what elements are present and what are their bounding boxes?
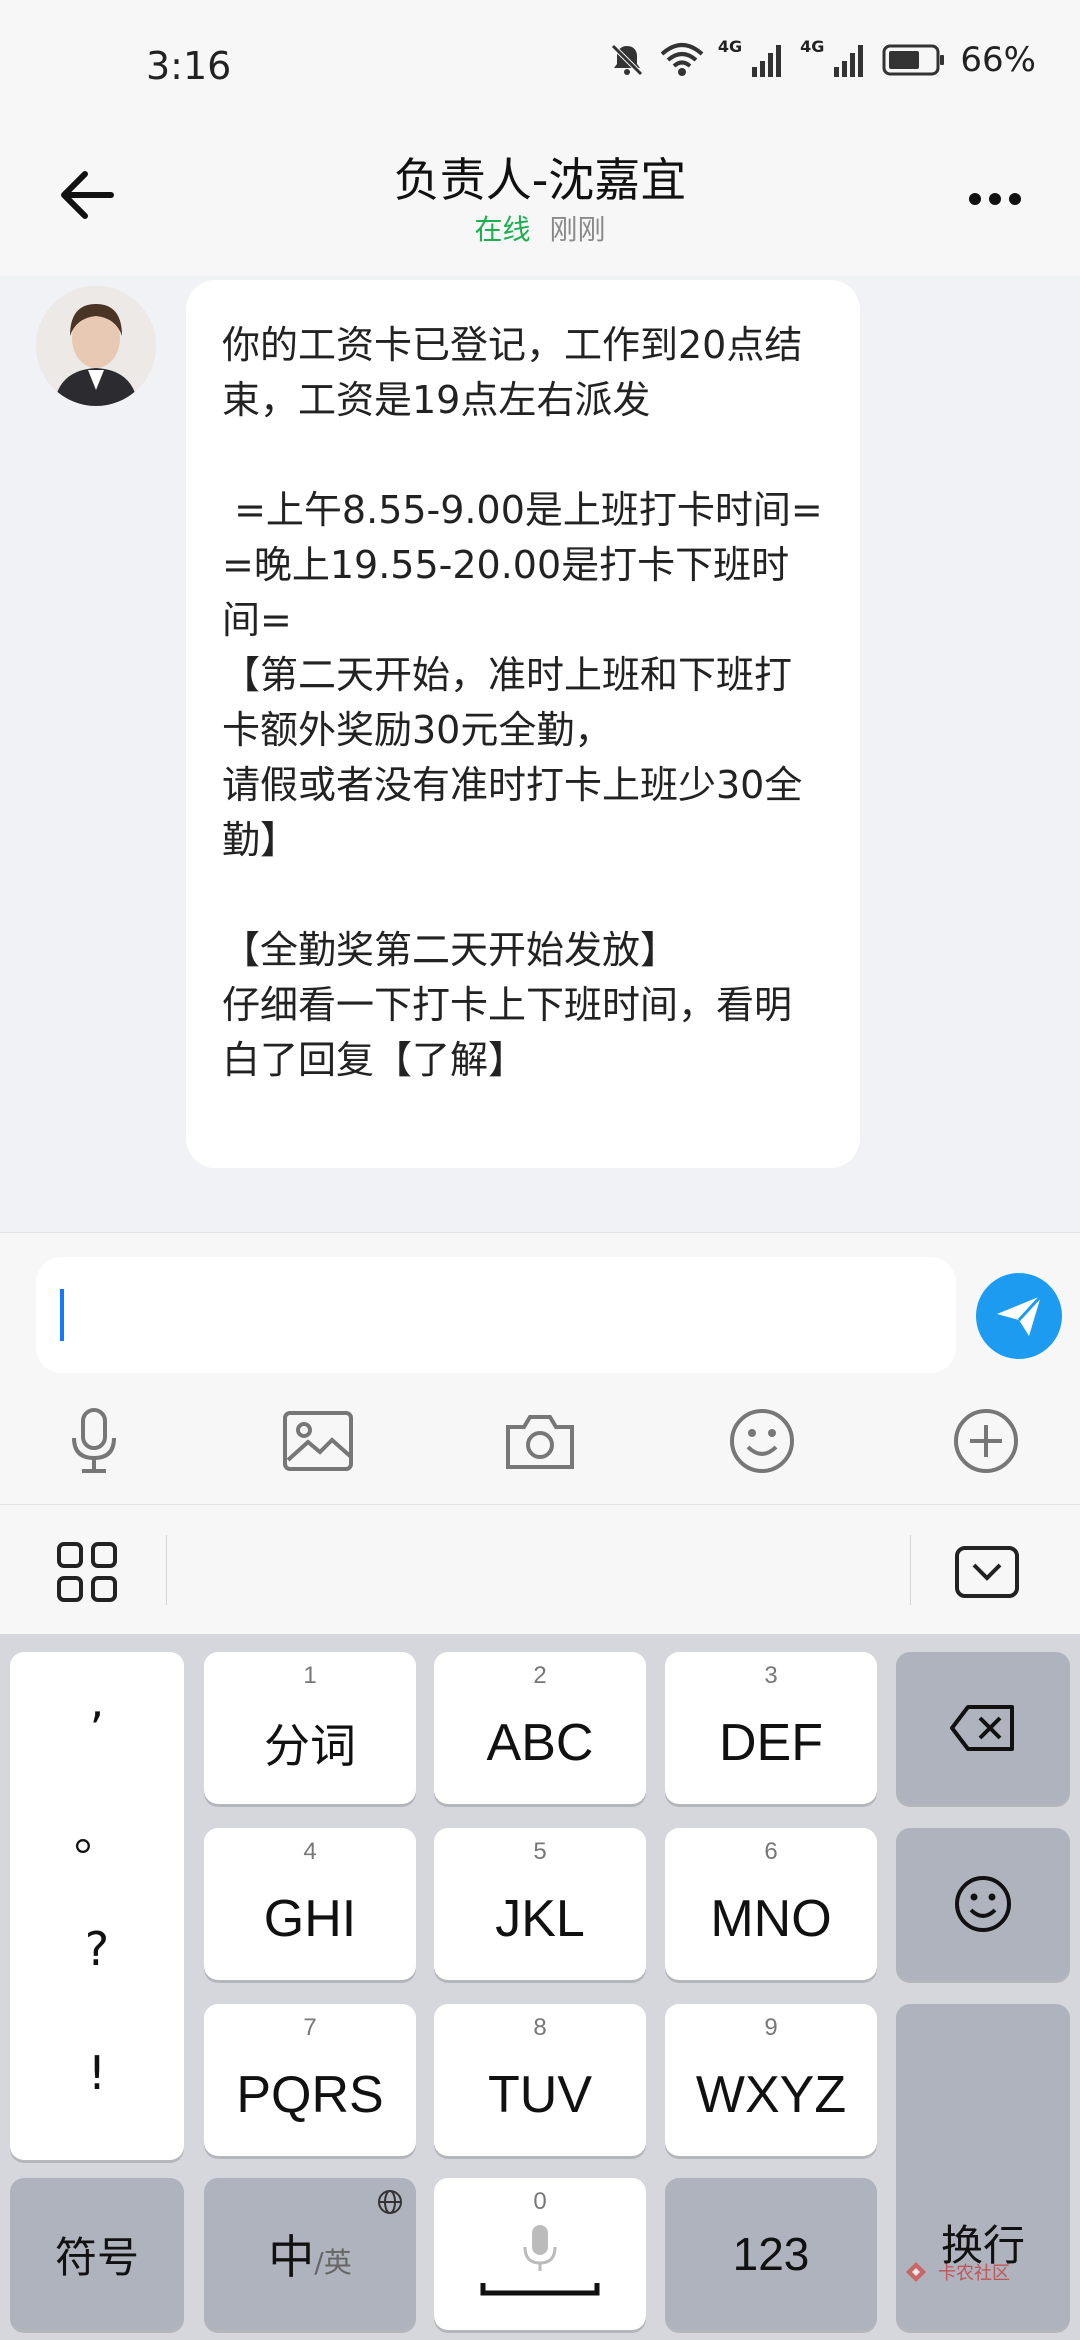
space-key[interactable]: 0 xyxy=(434,2178,646,2330)
toolbar-divider xyxy=(910,1535,911,1605)
punct-question-key[interactable]: ? xyxy=(10,1922,184,1976)
key-label: 分词 xyxy=(264,1719,356,1773)
key-label: ABC xyxy=(486,1714,594,1772)
chevron-down-icon xyxy=(955,1546,1019,1598)
grid-icon xyxy=(57,1542,117,1602)
key-8-tuv[interactable]: 8 TUV xyxy=(434,2004,646,2156)
lang-main-label: 中 xyxy=(268,2230,315,2284)
key-1-fenci[interactable]: 1 分词 xyxy=(204,1652,416,1804)
hide-keyboard-button[interactable] xyxy=(954,1545,1020,1599)
battery-percent: 66% xyxy=(960,40,1036,80)
key-label: PQRS xyxy=(236,2066,384,2124)
key-label: JKL xyxy=(495,1890,585,1948)
more-options-button[interactable] xyxy=(960,174,1030,224)
battery-icon xyxy=(882,43,946,77)
online-status: 在线 xyxy=(474,213,531,246)
microphone-icon xyxy=(72,1408,116,1473)
backspace-icon xyxy=(950,1705,1014,1751)
image-icon xyxy=(283,1411,353,1471)
numbers-key[interactable]: 123 xyxy=(665,2178,877,2330)
key-4-ghi[interactable]: 4 GHI xyxy=(204,1828,416,1980)
punctuation-column[interactable]: , 。 ? ! xyxy=(10,1652,184,2160)
key-label: MNO xyxy=(710,1890,832,1948)
camera-icon xyxy=(506,1415,574,1469)
chat-title: 负责人-沈嘉宜 xyxy=(393,153,687,207)
key-label: GHI xyxy=(263,1890,357,1948)
smiley-icon xyxy=(955,1876,1011,1932)
camera-button[interactable] xyxy=(500,1401,580,1481)
avatar[interactable] xyxy=(36,286,156,406)
lang-alt-label: /英 xyxy=(314,2246,352,2279)
status-time: 3:16 xyxy=(146,44,232,88)
keyboard-menu-button[interactable] xyxy=(56,1541,118,1603)
status-bar: 3:16 4G 4G 66% xyxy=(0,0,1080,130)
emoji-key[interactable] xyxy=(896,1828,1070,1980)
symbols-key[interactable]: 符号 xyxy=(10,2178,184,2330)
wifi-icon xyxy=(660,42,704,78)
space-mic-icon xyxy=(480,2225,600,2296)
key-5-jkl[interactable]: 5 JKL xyxy=(434,1828,646,1980)
signal-2-icon xyxy=(832,43,868,77)
key-number: 1 xyxy=(303,1662,317,1689)
signal-1-icon xyxy=(750,43,786,77)
keyboard-toolbar xyxy=(0,1504,1080,1634)
key-number: 6 xyxy=(764,1838,778,1865)
mute-bell-icon xyxy=(608,41,646,79)
symbols-label: 符号 xyxy=(54,2232,139,2282)
message-input[interactable] xyxy=(36,1257,956,1373)
key-number: 5 xyxy=(533,1838,547,1865)
key-9-wxyz[interactable]: 9 WXYZ xyxy=(665,2004,877,2156)
plus-circle-icon xyxy=(954,1409,1018,1473)
composer-tools xyxy=(0,1401,1080,1491)
key-number: 4 xyxy=(303,1838,317,1865)
image-button[interactable] xyxy=(278,1401,358,1481)
key-label: TUV xyxy=(488,2066,592,2124)
message-list[interactable]: 你的工资卡已登记，工作到20点结束，工资是19点左右派发 =上午8.55-9.0… xyxy=(0,276,1080,1232)
send-button[interactable] xyxy=(976,1273,1062,1359)
chat-header: 负责人-沈嘉宜 在线 刚刚 xyxy=(0,130,1080,276)
add-more-button[interactable] xyxy=(946,1401,1026,1481)
key-2-abc[interactable]: 2 ABC xyxy=(434,1652,646,1804)
emoji-button[interactable] xyxy=(722,1401,802,1481)
signal-2-label: 4G xyxy=(800,36,825,56)
key-label: DEF xyxy=(719,1714,823,1772)
punct-period-key[interactable]: 。 xyxy=(10,1798,184,1864)
key-number: 2 xyxy=(533,1662,547,1689)
smiley-icon xyxy=(730,1409,794,1473)
more-dots-icon xyxy=(969,193,1021,205)
toolbar-divider xyxy=(166,1535,167,1605)
backspace-key[interactable] xyxy=(896,1652,1070,1804)
numbers-label: 123 xyxy=(732,2228,810,2280)
composer xyxy=(0,1232,1080,1504)
status-icons: 4G 4G 66% xyxy=(608,36,1036,80)
last-seen: 刚刚 xyxy=(549,213,606,246)
signal-1-label: 4G xyxy=(717,36,743,56)
punct-comma-key[interactable]: , xyxy=(10,1674,184,1728)
globe-icon xyxy=(376,2188,404,2221)
watermark-logo-icon xyxy=(906,2262,926,2282)
key-3-def[interactable]: 3 DEF xyxy=(665,1652,877,1804)
keyboard: , 。 ? ! 1 分词 2 ABC 3 DEF 4 GHI 5 JKL 6 M… xyxy=(0,1634,1080,2340)
language-switch-key[interactable]: 中 /英 xyxy=(204,2178,416,2330)
key-number: 3 xyxy=(764,1662,778,1689)
message-bubble[interactable]: 你的工资卡已登记，工作到20点结束，工资是19点左右派发 =上午8.55-9.0… xyxy=(186,280,860,1168)
chat-subtitle: 在线 刚刚 xyxy=(0,208,1080,248)
key-number: 7 xyxy=(303,2014,317,2041)
key-label: WXYZ xyxy=(695,2066,847,2124)
paper-plane-icon xyxy=(997,1294,1043,1336)
key-number: 8 xyxy=(533,2014,547,2041)
text-caret xyxy=(60,1289,64,1341)
key-6-mno[interactable]: 6 MNO xyxy=(665,1828,877,1980)
key-number: 9 xyxy=(764,2014,778,2041)
microphone-button[interactable] xyxy=(54,1401,134,1481)
key-number: 0 xyxy=(533,2188,547,2215)
punct-exclaim-key[interactable]: ! xyxy=(10,2046,184,2100)
watermark-text: 卡农社区 xyxy=(938,2263,1010,2284)
key-7-pqrs[interactable]: 7 PQRS xyxy=(204,2004,416,2156)
watermark: 卡农社区 xyxy=(900,2252,1050,2292)
